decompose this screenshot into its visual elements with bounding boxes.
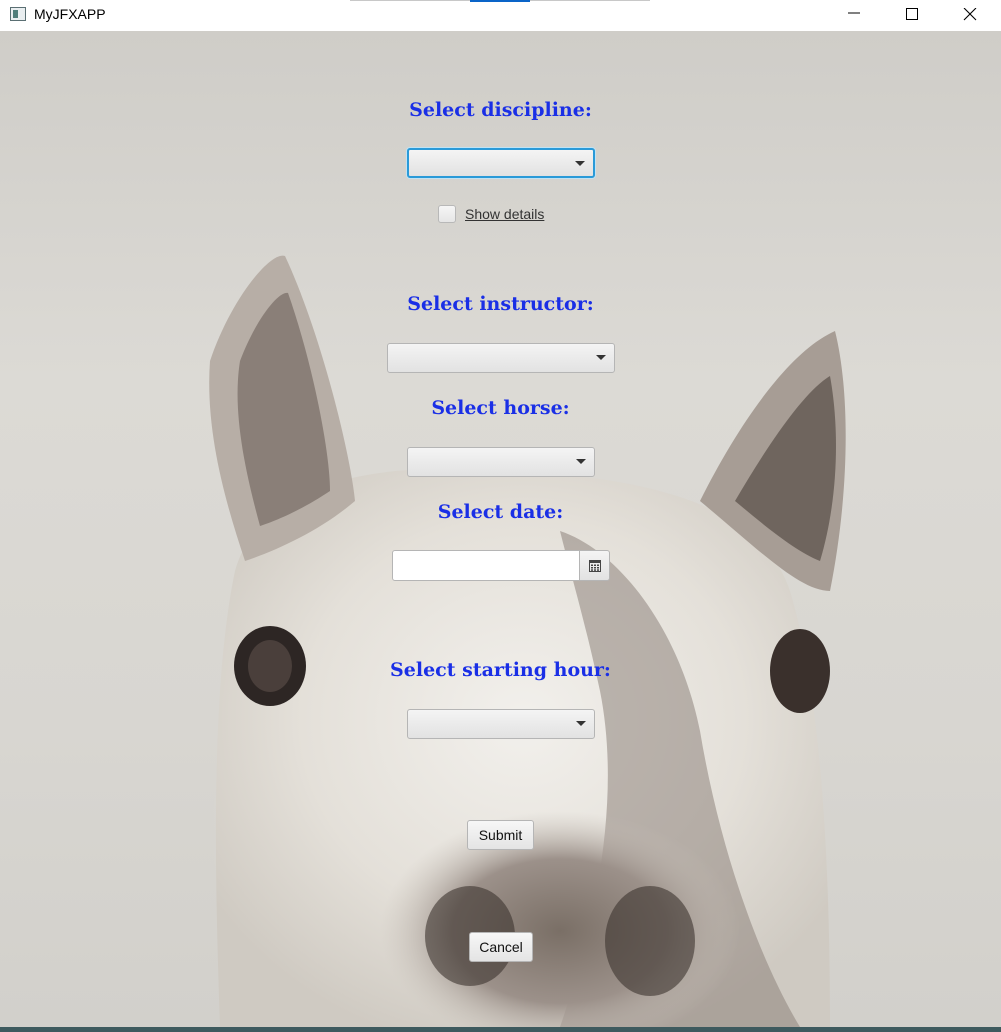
close-button[interactable] <box>941 0 999 30</box>
minimize-icon <box>848 12 860 14</box>
calendar-button[interactable] <box>579 550 610 581</box>
chevron-down-icon <box>576 459 586 464</box>
maximize-icon <box>906 8 918 20</box>
discipline-combo[interactable] <box>407 148 595 178</box>
instructor-combo[interactable] <box>387 343 615 373</box>
form-pane: Select discipline: Show details Select i… <box>0 31 1001 1027</box>
title-bar[interactable]: MyJFXAPP <box>0 0 1001 30</box>
horse-combo[interactable] <box>407 447 595 477</box>
show-details-checkbox[interactable] <box>438 205 456 223</box>
window-bottom-edge <box>0 1027 1001 1032</box>
horse-background-image <box>209 255 846 1027</box>
title-bar-divider <box>350 0 470 1</box>
minimize-button[interactable] <box>825 0 883 30</box>
calendar-icon <box>589 560 601 572</box>
starting-hour-combo[interactable] <box>407 709 595 739</box>
chevron-down-icon <box>596 355 606 360</box>
chevron-down-icon <box>576 721 586 726</box>
date-picker <box>392 550 610 581</box>
title-bar-accent <box>470 0 530 2</box>
horse-label: Select horse: <box>431 397 570 419</box>
app-icon <box>10 7 26 21</box>
instructor-label: Select instructor: <box>407 293 594 315</box>
cancel-button[interactable]: Cancel <box>469 932 533 962</box>
submit-button[interactable]: Submit <box>467 820 534 850</box>
close-icon <box>963 8 977 21</box>
title-bar-divider <box>530 0 650 1</box>
date-input[interactable] <box>392 550 580 581</box>
maximize-button[interactable] <box>883 0 941 30</box>
date-label: Select date: <box>437 501 564 523</box>
discipline-label: Select discipline: <box>409 99 592 121</box>
starting-hour-label: Select starting hour: <box>390 659 611 681</box>
window-title: MyJFXAPP <box>34 6 106 22</box>
chevron-down-icon <box>575 161 585 166</box>
app-window: MyJFXAPP Select discipline: Show details… <box>0 0 1001 1032</box>
show-details-label[interactable]: Show details <box>465 206 544 222</box>
